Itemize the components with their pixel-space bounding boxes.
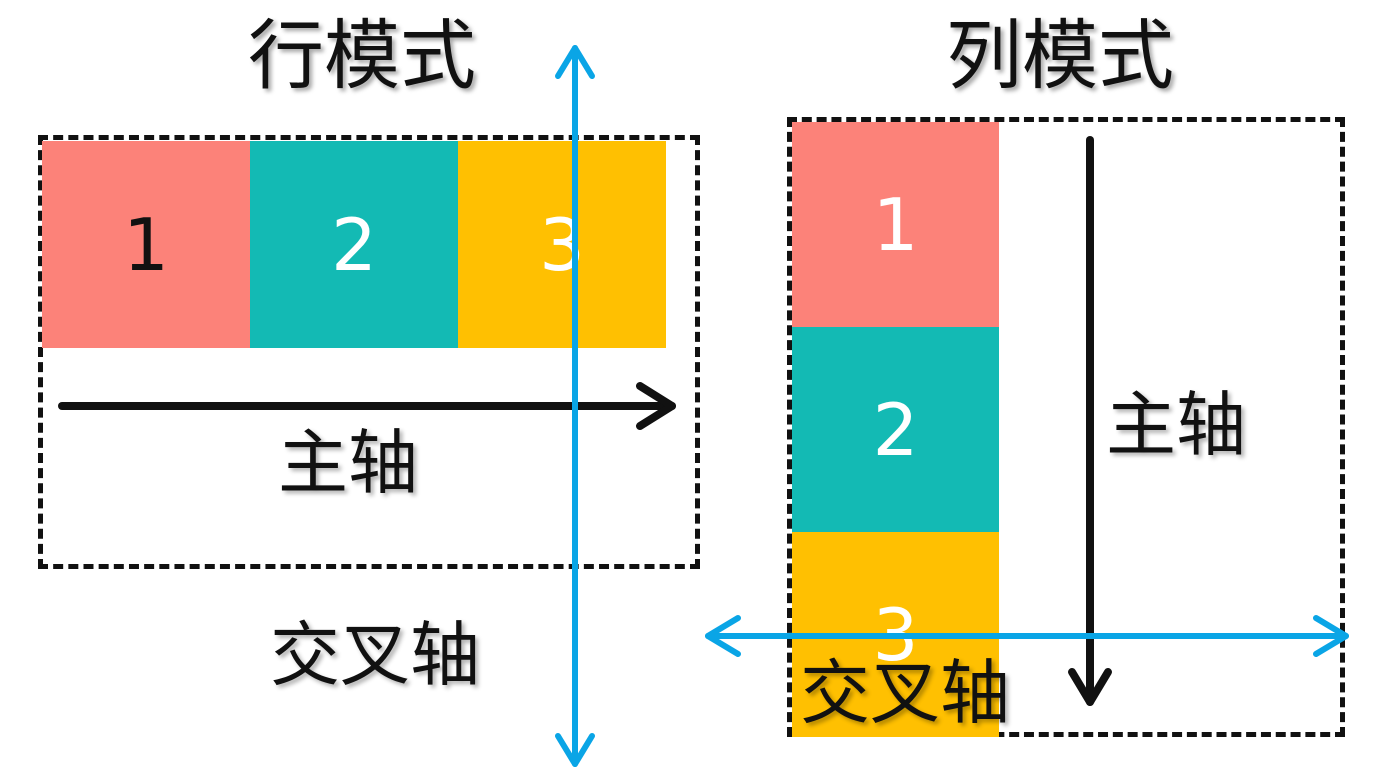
axis-arrows bbox=[58, 45, 1349, 767]
column-cross-axis-arrow bbox=[705, 615, 1349, 657]
column-main-axis-arrow bbox=[1068, 136, 1112, 706]
row-main-axis-arrow bbox=[58, 382, 676, 430]
